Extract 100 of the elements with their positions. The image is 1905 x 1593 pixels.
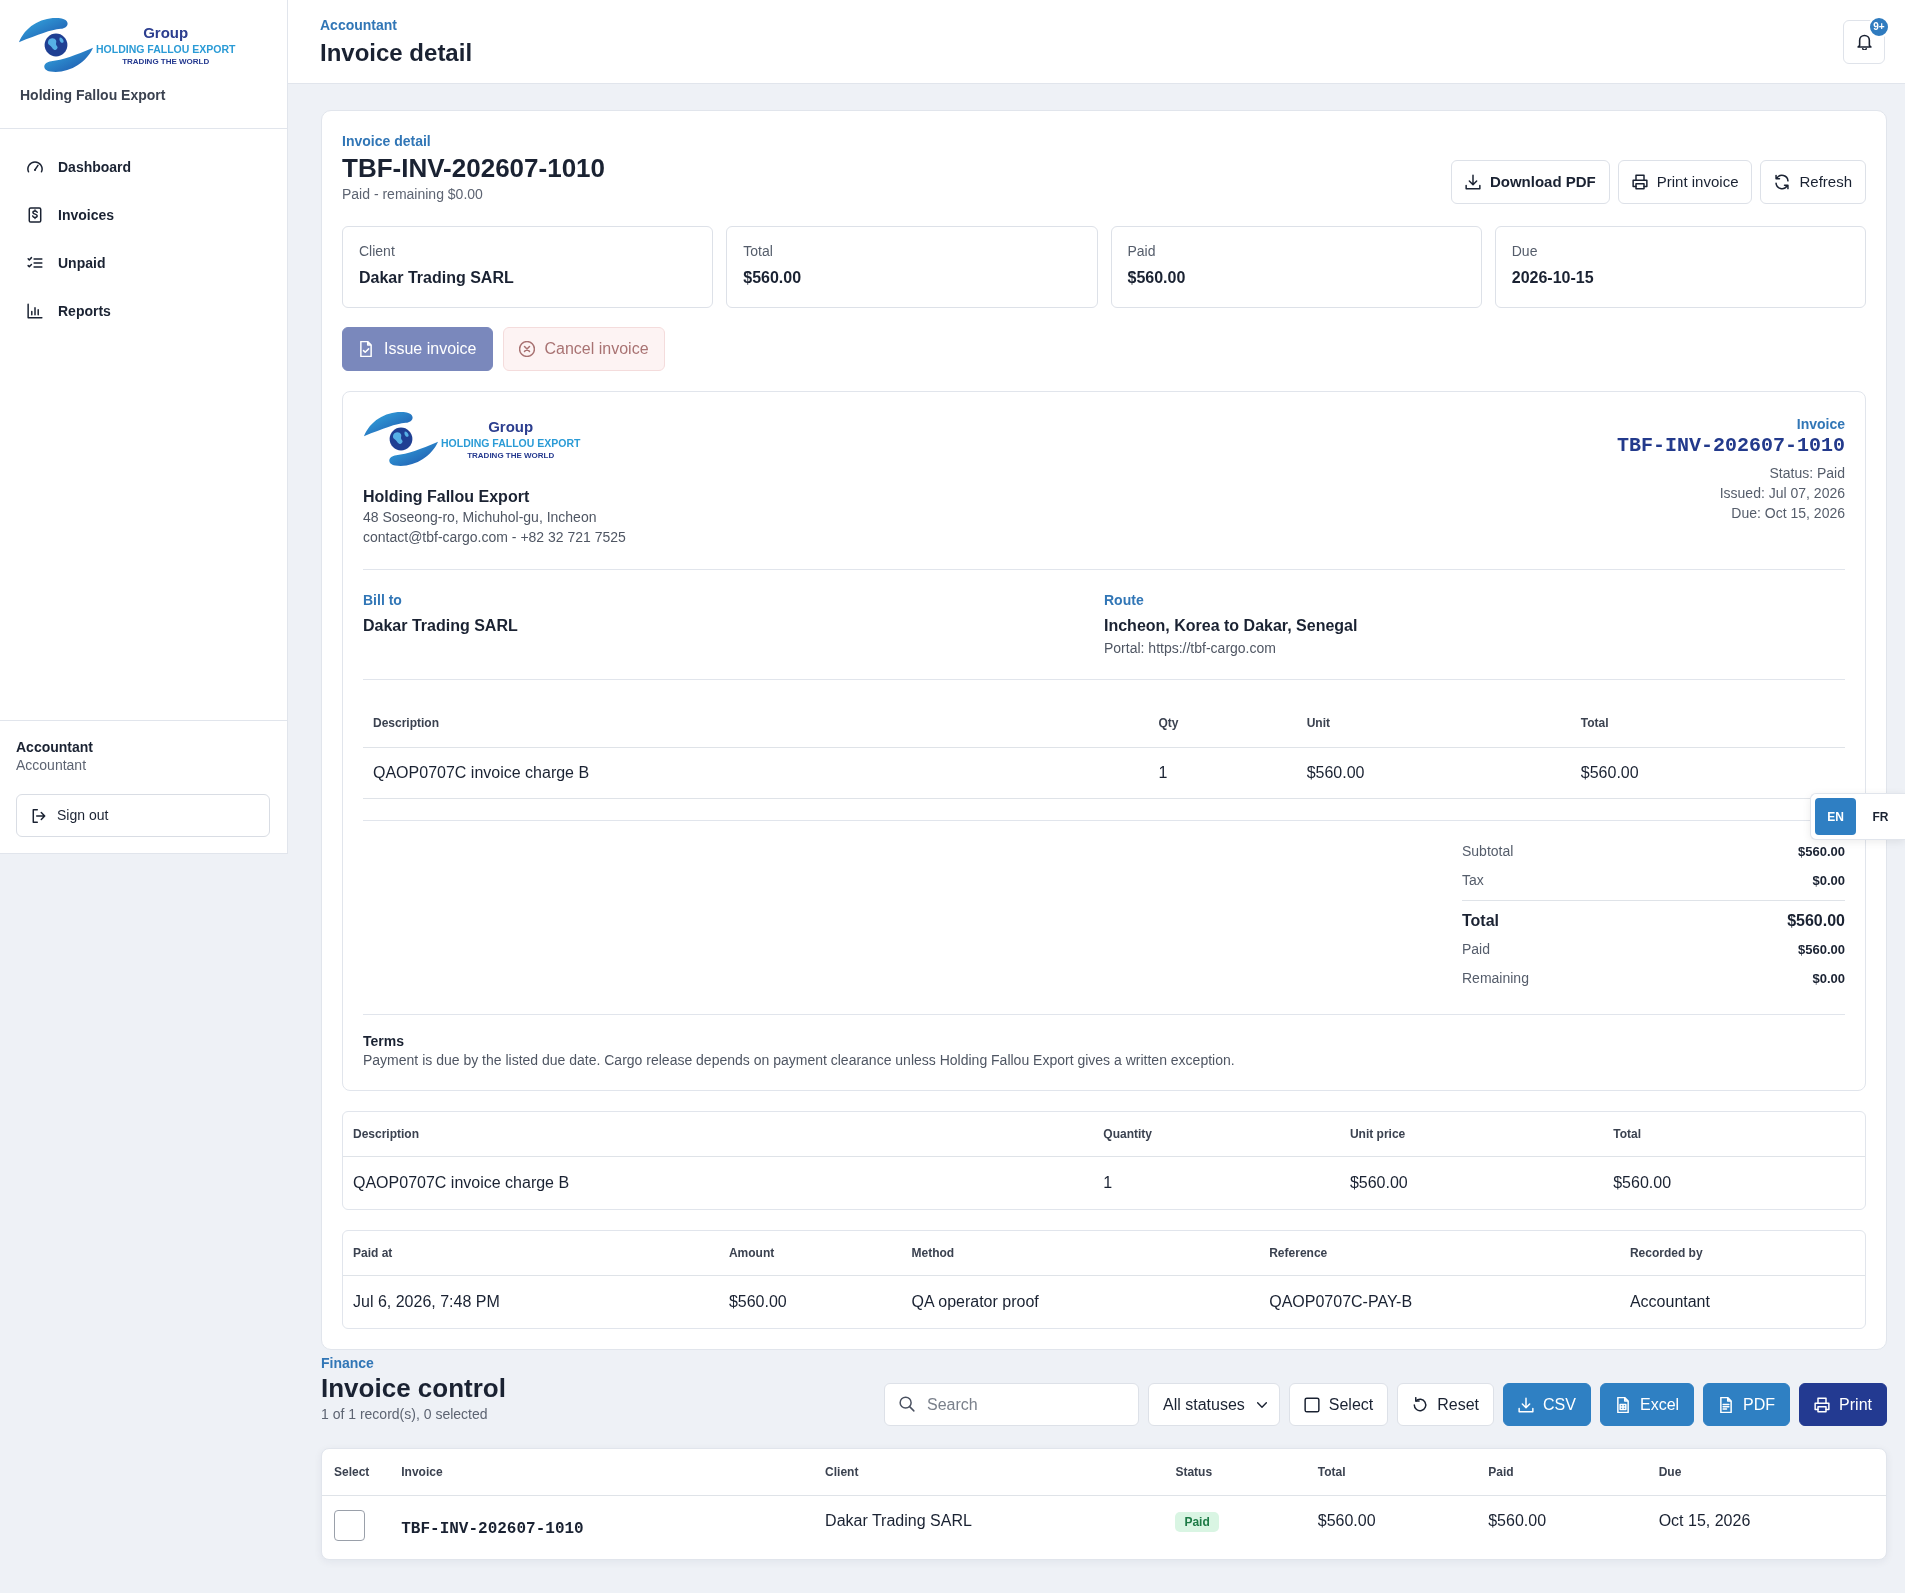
summary-value: $560.00 — [743, 268, 803, 288]
column-header: Due — [1646, 1449, 1886, 1496]
company-name: Holding Fallou Export — [363, 487, 530, 507]
section-title: Invoice control — [321, 1372, 506, 1404]
record-count: 1 of 1 record(s), 0 selected — [321, 1405, 488, 1424]
summary-label: Paid — [1127, 242, 1157, 261]
page-eyebrow: Accountant — [320, 16, 397, 34]
terms-text: Payment is due by the listed due date. Cargo release depends on payment clearance unless Holding Fallou Export gives a written exception. — [363, 1051, 1235, 1070]
pdf-export-button[interactable]: PDF — [1703, 1383, 1791, 1426]
print-invoice-button[interactable]: Print invoice — [1617, 160, 1753, 204]
column-header: Status — [1163, 1449, 1306, 1496]
language-option[interactable]: FR — [1860, 798, 1901, 835]
company-contact: contact@tbf-cargo.com - +82 32 721 7525 — [363, 528, 626, 547]
sign-out-button[interactable]: Sign out — [16, 794, 270, 837]
sidebar-nav-item[interactable]: Dashboard — [27, 147, 132, 187]
route-text: Incheon, Korea to Dakar, Senegal — [1104, 616, 1358, 636]
table-cell: $560.00 — [1296, 747, 1571, 799]
table-cell: $560.00 — [1305, 1495, 1477, 1559]
logo-tagline: TRADING THE WORLD — [122, 55, 210, 67]
invoice-number-title: TBF-INV-202607-1010 — [342, 152, 606, 184]
search-field[interactable]: Search — [884, 1383, 1139, 1426]
language-option[interactable]: EN — [1815, 798, 1856, 835]
route-label: Route — [1104, 591, 1144, 609]
bill-to-label: Bill to — [363, 591, 402, 609]
csv-export-button[interactable]: CSV — [1503, 1383, 1591, 1426]
checklist-icon — [27, 255, 43, 271]
column-header: Unit — [1296, 700, 1571, 748]
invoice-meta-line: Status: Paid — [1769, 464, 1845, 483]
logo-tagline: TRADING THE WORLD — [467, 449, 555, 461]
column-header: Select — [322, 1449, 390, 1496]
summary-label: Client — [359, 242, 396, 261]
refresh-button[interactable]: Refresh — [1760, 160, 1866, 204]
table-cell: 1 — [1093, 1156, 1340, 1209]
table-cell: QAOP0707C invoice charge B — [343, 1156, 1094, 1209]
portal-text: Portal: https://tbf-cargo.com — [1104, 639, 1276, 658]
excel-export-button[interactable]: Excel — [1599, 1383, 1695, 1426]
summary-label: Due — [1511, 242, 1539, 261]
column-header: Client — [813, 1449, 1164, 1496]
totals-label: Remaining — [1462, 969, 1529, 988]
printer-icon — [1814, 1396, 1831, 1413]
bill-to-name: Dakar Trading SARL — [363, 616, 518, 636]
section-eyebrow: Finance — [321, 1354, 374, 1372]
table-cell: Jul 6, 2026, 7:48 PM — [343, 1275, 719, 1328]
section-eyebrow: Invoice detail — [342, 132, 431, 150]
totals-value: $560.00 — [1798, 941, 1845, 959]
column-header: Recorded by — [1619, 1231, 1865, 1276]
user-role: Accountant — [16, 756, 88, 774]
reset-button[interactable]: Reset — [1397, 1383, 1495, 1426]
print-button[interactable]: Print — [1799, 1383, 1887, 1426]
terms-title: Terms — [363, 1032, 404, 1050]
summary-label: Total — [743, 242, 774, 261]
column-header: Invoice — [389, 1449, 814, 1496]
status-filter-select[interactable]: All statuses — [1148, 1383, 1280, 1426]
bar-chart-icon — [27, 303, 43, 319]
download-icon — [1464, 174, 1481, 190]
column-header: Quantity — [1093, 1112, 1340, 1157]
printer-icon — [1631, 174, 1648, 190]
invoice-status-summary: Paid - remaining $0.00 — [342, 185, 484, 204]
document-icon — [1718, 1396, 1735, 1413]
logo-group-word: Group — [488, 417, 534, 436]
invoice-number: TBF-INV-202607-1010 — [401, 1519, 584, 1540]
column-header: Amount — [718, 1231, 902, 1276]
reset-icon — [1412, 1396, 1429, 1413]
summary-value: 2026-10-15 — [1511, 268, 1595, 288]
speedometer-icon — [27, 159, 43, 175]
sign-out-icon — [31, 807, 47, 824]
document-type-label: Invoice — [1796, 415, 1845, 433]
column-header: Paid at — [343, 1231, 719, 1276]
select-mode-button[interactable]: Select — [1288, 1383, 1389, 1426]
column-header: Total — [1570, 700, 1845, 748]
table-cell: QAOP0707C-PAY-B — [1259, 1275, 1620, 1328]
totals-label: Paid — [1462, 940, 1491, 959]
table-cell: QAOP0707C invoice charge B — [363, 747, 1149, 799]
sidebar-company-name: Holding Fallou Export — [20, 86, 166, 104]
totals-value: $560.00 — [1787, 911, 1845, 931]
totals-value: $0.00 — [1812, 970, 1845, 988]
logo-company-name: HOLDING FALLOU EXPORT — [96, 41, 236, 56]
column-header: Reference — [1259, 1231, 1620, 1276]
download-pdf-button[interactable]: Download PDF — [1450, 160, 1610, 204]
summary-value: $560.00 — [1127, 268, 1187, 288]
invoice-meta-line: Due: Oct 15, 2026 — [1731, 504, 1845, 523]
table-cell: $560.00 — [718, 1275, 902, 1328]
column-header: Total — [1603, 1112, 1865, 1157]
table-cell: 1 — [1148, 747, 1297, 799]
dollar-document-icon — [27, 207, 43, 223]
sidebar-nav-item[interactable]: Unpaid — [27, 243, 106, 283]
sidebar-nav-item[interactable]: Reports — [27, 291, 111, 331]
company-address: 48 Soseong-ro, Michuhol-gu, Incheon — [363, 508, 597, 527]
caret-icon — [1256, 1401, 1267, 1408]
notifications-button[interactable] — [1843, 19, 1885, 64]
table-cell: $560.00 — [1603, 1156, 1865, 1209]
row-checkbox[interactable] — [334, 1510, 365, 1541]
sidebar-nav-item[interactable]: Invoices — [27, 195, 115, 235]
totals-label: Total — [1462, 911, 1500, 931]
column-header: Unit price — [1339, 1112, 1604, 1157]
page-title: Invoice detail — [320, 38, 473, 68]
table-cell: Accountant — [1619, 1275, 1865, 1328]
bell-icon — [1855, 33, 1873, 50]
document-invoice-number: TBF-INV-202607-1010 — [1616, 433, 1845, 459]
totals-value: $0.00 — [1812, 872, 1845, 890]
